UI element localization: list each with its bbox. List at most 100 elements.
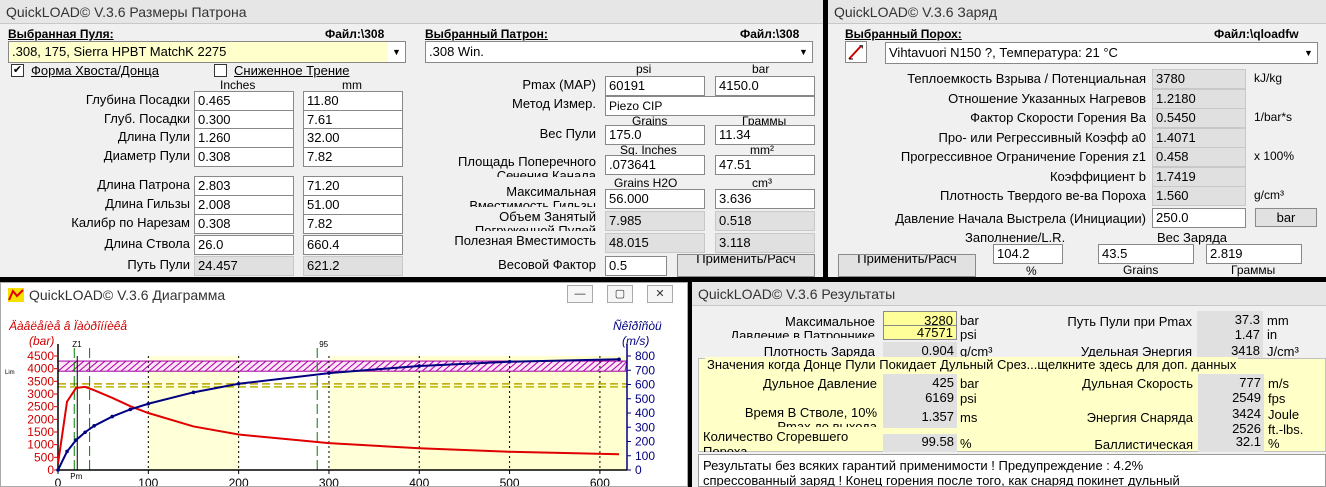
x-tick-label: 200: [229, 476, 249, 487]
muzzle-section-header[interactable]: Значения когда Донце Пули Покидает Дульн…: [705, 357, 1239, 372]
cartridge-select[interactable]: .308 Win. ▼: [425, 41, 813, 63]
powder-param-value: 1.2180: [1152, 88, 1246, 109]
series-point-1: [56, 468, 60, 472]
cartridge-window-title: QuickLOAD© V.3.6 Размеры Патрона: [0, 0, 823, 24]
series-point-1: [617, 357, 621, 362]
method-field[interactable]: Piezo CIP: [605, 96, 815, 116]
travel-in-unit: in: [1267, 327, 1278, 342]
series-point-1: [327, 371, 331, 375]
minimize-button[interactable]: —: [567, 285, 593, 303]
ignition-pressure-field[interactable]: 250.0: [1152, 208, 1246, 228]
boattail-checkbox[interactable]: ✔: [11, 64, 24, 77]
results-window: QuickLOAD© V.3.6 Результаты Максимальное…: [692, 282, 1326, 487]
weight-factor-field[interactable]: 0.5: [605, 256, 667, 276]
marker-label-pm: Pm: [70, 472, 82, 481]
projectile-energy-ft-unit: ft.-lbs.: [1268, 422, 1304, 437]
useful-capacity-gr: 48.015: [605, 233, 705, 253]
series-point-1: [65, 449, 69, 454]
charge-gr-field[interactable]: 43.5: [1098, 244, 1194, 264]
dim-mm-field[interactable]: 32.00: [303, 128, 403, 148]
dim-mm-field[interactable]: 51.00: [303, 195, 403, 215]
restore-button[interactable]: ▢: [607, 285, 633, 303]
series-point-1: [110, 414, 114, 419]
case-capacity-gr-field[interactable]: 56.000: [605, 189, 705, 209]
muzzle-pressure-bar-unit: bar: [960, 376, 979, 391]
chevron-down-icon[interactable]: ▼: [388, 42, 405, 62]
powder-param-label: Отношение Указанных Нагревов: [948, 90, 1146, 106]
muzzle-pressure-psi-unit: psi: [960, 391, 977, 406]
edit-icon[interactable]: [845, 41, 867, 63]
right-tick-label: 300: [635, 420, 655, 434]
dim-mm-field[interactable]: 7.82: [303, 214, 403, 234]
travel-at-pmax-label: Путь Пули при Pmax: [1067, 314, 1192, 329]
series-point-1: [92, 424, 96, 428]
left-tick-label: 1000: [27, 438, 54, 452]
cartridge-select-value: .308 Win.: [429, 44, 484, 59]
dim-inches-field[interactable]: 1.260: [194, 128, 294, 148]
marker-label-z1: Z1: [72, 340, 82, 349]
series-point-1: [236, 381, 241, 386]
bullet-weight-gr-field[interactable]: 175.0: [605, 125, 705, 145]
message-box[interactable]: Результаты без всяких гарантий применимо…: [698, 454, 1326, 487]
muzzle-section[interactable]: Значения когда Донце Пули Покидает Дульн…: [698, 357, 1326, 452]
unit-cm3: cm³: [752, 176, 772, 190]
charge-g-field[interactable]: 2.819: [1206, 244, 1302, 264]
bore-area-mm-field[interactable]: 47.51: [715, 155, 815, 175]
chevron-down-icon[interactable]: ▼: [1300, 43, 1317, 63]
dim-mm-field[interactable]: 71.20: [303, 176, 403, 196]
powder-param-value: 1.560: [1152, 186, 1246, 206]
dim-inches-field[interactable]: 2.008: [194, 195, 294, 215]
right-tick-label: 100: [635, 449, 655, 463]
powder-param-value: 0.458: [1152, 147, 1246, 167]
fill-field[interactable]: 104.2: [993, 244, 1063, 264]
pmax-psi-field[interactable]: 60191: [605, 76, 705, 96]
burnt-powder: 99.58: [883, 434, 957, 452]
dim-label: Длина Ствола: [104, 236, 190, 251]
charge-apply-button[interactable]: Применить/Расч: [838, 254, 976, 277]
dim-mm-field[interactable]: 7.82: [303, 147, 403, 167]
muzzle-pressure-psi: 6169: [883, 389, 957, 409]
charge-window-title: QuickLOAD© V.3.6 Заряд: [828, 0, 1326, 24]
bullet-header: Выбранная Пуля:: [8, 27, 114, 41]
dim-inches-field[interactable]: 0.308: [194, 214, 294, 234]
case-capacity-cm-field[interactable]: 3.636: [715, 189, 815, 209]
close-button[interactable]: ✕: [647, 285, 673, 303]
bullet-select-value: .308, 175, Sierra HPBT MatchK 2275: [12, 44, 227, 59]
dim-inches-field: 24.457: [194, 256, 294, 276]
marker-label-95: 95: [319, 340, 328, 349]
powder-param-value: 1.4071: [1152, 127, 1246, 148]
series-point-1: [191, 390, 196, 395]
dim-mm-field[interactable]: 11.80: [303, 91, 403, 111]
bullet-weight-label: Вес Пули: [539, 126, 596, 141]
dim-inches-field[interactable]: 2.803: [194, 176, 294, 196]
dim-inches-field[interactable]: 0.465: [194, 91, 294, 111]
fill-unit: %: [1026, 264, 1037, 277]
diagram-window: QuickLOAD© V.3.6 Диаграмма — ▢ ✕ Äàâëåíè…: [0, 282, 688, 487]
dim-mm-field[interactable]: 7.61: [303, 110, 403, 130]
chevron-down-icon[interactable]: ▼: [795, 42, 812, 62]
method-label: Метод Измер.: [511, 96, 596, 111]
bullet-select[interactable]: .308, 175, Sierra HPBT MatchK 2275 ▼: [8, 41, 406, 63]
bar-unit-button[interactable]: bar: [1255, 208, 1317, 227]
dim-inches-field[interactable]: 26.0: [194, 235, 294, 255]
right-tick-label: 800: [635, 349, 655, 363]
barrel-time-label: Время В Стволе, 10%: [744, 405, 877, 420]
bore-area-label: Площадь Поперечного: [458, 154, 596, 169]
apply-button[interactable]: Применить/Расч: [677, 254, 815, 277]
pmax-bar-field[interactable]: 4150.0: [715, 76, 815, 96]
left-tick-label: 1500: [27, 425, 54, 439]
low-friction-checkbox[interactable]: [214, 64, 227, 77]
bullet-weight-g-field[interactable]: 11.34: [715, 125, 815, 145]
weight-factor-label: Весовой Фактор: [498, 257, 596, 272]
powder-param-label: Про- или Регрессивный Коэфф a0: [938, 129, 1146, 145]
bore-area-in-field[interactable]: .073641: [605, 155, 705, 175]
dim-inches-field[interactable]: 0.308: [194, 147, 294, 167]
barrel-time-unit: ms: [960, 410, 978, 425]
max-pressure-label-2: Давление в Патроннике: [730, 328, 875, 338]
left-tick-label: 500: [34, 450, 54, 464]
x-tick-label: 300: [319, 476, 339, 487]
dim-mm-field[interactable]: 660.4: [303, 235, 403, 255]
powder-select[interactable]: Vihtavuori N150 ?, Температура: 21 °C ▼: [885, 42, 1318, 64]
dim-inches-field[interactable]: 0.300: [194, 110, 294, 130]
cartridge-header: Выбранный Патрон:: [425, 27, 548, 41]
